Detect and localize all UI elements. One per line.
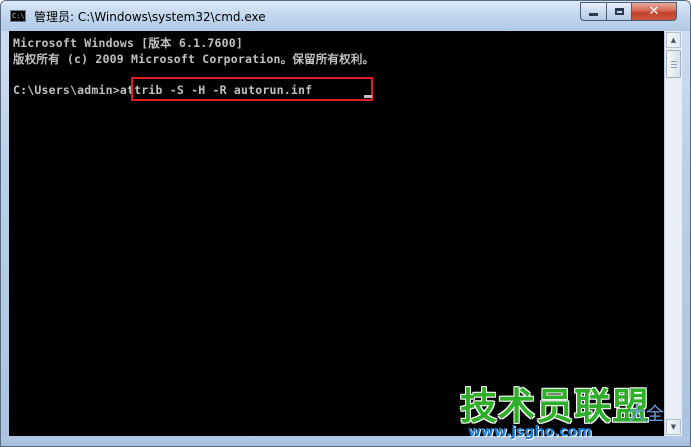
cmd-icon-label: C:\ xyxy=(12,12,25,20)
console-command: attrib -S -H -R autorun.inf xyxy=(119,83,313,97)
grip-line xyxy=(671,61,677,62)
cmd-icon[interactable]: C:\ xyxy=(10,10,26,22)
console-output[interactable]: Microsoft Windows [版本 6.1.7600] 版权所有 (c)… xyxy=(9,31,664,436)
minimize-icon xyxy=(589,13,598,16)
scroll-up-arrow-icon: ▲ xyxy=(670,36,677,44)
close-button[interactable]: ✕ xyxy=(631,2,677,21)
close-icon: ✕ xyxy=(648,4,660,19)
maximize-icon xyxy=(614,8,624,15)
window-title: 管理员: C:\Windows\system32\cmd.exe xyxy=(34,10,266,24)
text-cursor xyxy=(364,95,372,98)
scroll-down-button[interactable]: ▼ xyxy=(666,419,681,435)
console-line-copyright: 版权所有 (c) 2009 Microsoft Corporation。保留所有… xyxy=(13,52,375,66)
minimize-button[interactable] xyxy=(580,2,607,21)
grip-line xyxy=(671,67,677,68)
console-prompt: C:\Users\admin> xyxy=(13,83,120,97)
title-bar[interactable]: C:\ 管理员: C:\Windows\system32\cmd.exe ✕ xyxy=(1,1,690,31)
console-line-version: Microsoft Windows [版本 6.1.7600] xyxy=(13,36,243,50)
scroll-down-arrow-icon: ▼ xyxy=(670,423,677,431)
window-bottom-frame xyxy=(1,436,690,446)
vertical-scrollbar[interactable]: ▲ ▼ xyxy=(664,31,682,436)
scroll-up-button[interactable]: ▲ xyxy=(666,32,681,48)
console-command-line: C:\Users\admin>attrib -S -H -R autorun.i… xyxy=(13,83,312,97)
scrollbar-thumb[interactable] xyxy=(666,50,681,78)
grip-line xyxy=(671,64,677,65)
maximize-button[interactable] xyxy=(606,2,632,21)
cmd-window: C:\ 管理员: C:\Windows\system32\cmd.exe ✕ M… xyxy=(0,0,691,447)
